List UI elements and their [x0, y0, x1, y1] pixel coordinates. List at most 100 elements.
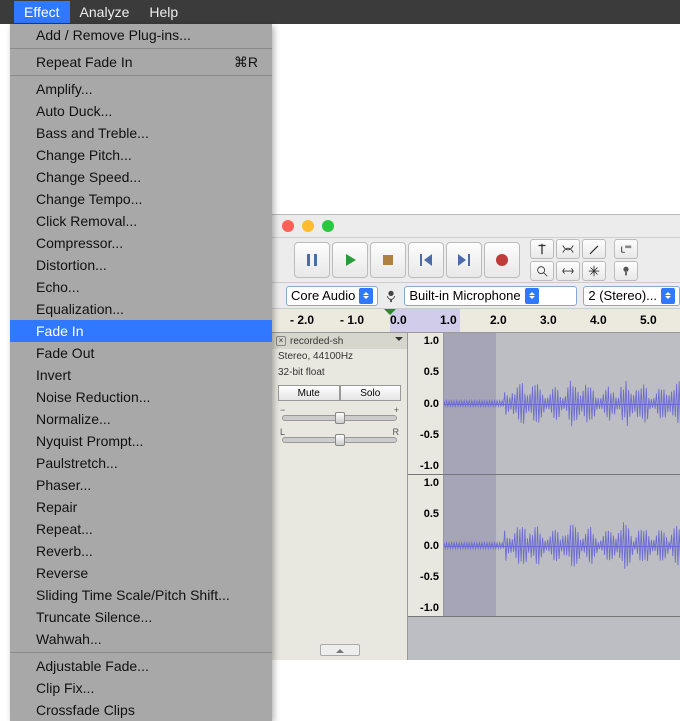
menu-item-change-tempo[interactable]: Change Tempo... — [10, 188, 272, 210]
stop-button[interactable] — [370, 242, 406, 278]
playhead-marker[interactable] — [384, 309, 396, 321]
axis-label: -0.5 — [420, 571, 439, 583]
menu-item-fade-in[interactable]: Fade In — [10, 320, 272, 342]
waveform-svg — [444, 475, 680, 616]
menu-item-reverb[interactable]: Reverb... — [10, 540, 272, 562]
axis-label: 1.0 — [424, 335, 439, 347]
menu-item-paulstretch[interactable]: Paulstretch... — [10, 452, 272, 474]
menu-item-click-removal[interactable]: Click Removal... — [10, 210, 272, 232]
collapse-track-button[interactable] — [320, 644, 360, 656]
solo-button[interactable]: Solo — [340, 385, 402, 401]
axis-label: 0.0 — [424, 398, 439, 410]
menu-item-fade-out[interactable]: Fade Out — [10, 342, 272, 364]
menubar: EffectAnalyzeHelp — [0, 0, 680, 24]
menu-item-compressor[interactable]: Compressor... — [10, 232, 272, 254]
menu-item-echo[interactable]: Echo... — [10, 276, 272, 298]
zoom-tool[interactable] — [530, 261, 554, 281]
menu-item-bass-and-treble[interactable]: Bass and Treble... — [10, 122, 272, 144]
menu-effect[interactable]: Effect — [14, 1, 70, 23]
minimize-window-button[interactable] — [302, 220, 314, 232]
menu-item-invert[interactable]: Invert — [10, 364, 272, 386]
menu-item-repeat-fade-in[interactable]: Repeat Fade In⌘R — [10, 51, 272, 73]
play-button[interactable] — [332, 242, 368, 278]
amplitude-axis: 1.00.50.0-0.5-1.0 — [408, 475, 444, 616]
dropdown-arrows-icon — [661, 288, 675, 304]
menu-item-nyquist-prompt[interactable]: Nyquist Prompt... — [10, 430, 272, 452]
waveform-svg — [444, 333, 680, 474]
pause-button[interactable] — [294, 242, 330, 278]
menu-item-equalization[interactable]: Equalization... — [10, 298, 272, 320]
mic-small-icon[interactable] — [614, 261, 638, 281]
menu-item-crossfade-clips[interactable]: Crossfade Clips — [10, 699, 272, 721]
recording-channels-value: 2 (Stereo)... — [588, 288, 657, 303]
record-button[interactable] — [484, 242, 520, 278]
mute-button[interactable]: Mute — [278, 385, 340, 401]
menu-item-clip-fix[interactable]: Clip Fix... — [10, 677, 272, 699]
axis-label: 0.5 — [424, 508, 439, 520]
menu-item-truncate-silence[interactable]: Truncate Silence... — [10, 606, 272, 628]
gain-minus-label: − — [280, 405, 285, 415]
recording-channels-select[interactable]: 2 (Stereo)... — [583, 286, 680, 306]
menu-help[interactable]: Help — [139, 1, 188, 23]
meter-left-icon[interactable]: L — [614, 239, 638, 259]
device-toolbar: Core Audio Built-in Microphone 2 (Stereo… — [272, 283, 680, 309]
waveform-channel-2[interactable]: 1.00.50.0-0.5-1.0 — [408, 475, 680, 617]
envelope-tool[interactable] — [556, 239, 580, 259]
menu-item-reverse[interactable]: Reverse — [10, 562, 272, 584]
audacity-window: L Core Audio Built-in Microphone 2 (Ster… — [272, 214, 680, 660]
recording-device-select[interactable]: Built-in Microphone — [404, 286, 577, 306]
track-format-line1: Stereo, 44100Hz — [272, 349, 407, 365]
ruler-tick: - 1.0 — [340, 313, 364, 327]
zoom-window-button[interactable] — [322, 220, 334, 232]
menu-item-phaser[interactable]: Phaser... — [10, 474, 272, 496]
dropdown-arrows-icon — [359, 288, 373, 304]
axis-label: -1.0 — [420, 602, 439, 614]
waveform-area[interactable]: 1.00.50.0-0.5-1.01.00.50.0-0.5-1.0 — [408, 333, 680, 660]
menu-item-auto-duck[interactable]: Auto Duck... — [10, 100, 272, 122]
slider-thumb[interactable] — [335, 412, 345, 424]
skip-start-button[interactable] — [408, 242, 444, 278]
menu-item-amplify[interactable]: Amplify... — [10, 78, 272, 100]
pan-right-label: R — [393, 427, 400, 437]
menu-item-change-pitch[interactable]: Change Pitch... — [10, 144, 272, 166]
amplitude-axis: 1.00.50.0-0.5-1.0 — [408, 333, 444, 474]
ruler-tick: 1.0 — [440, 313, 457, 327]
menu-item-repair[interactable]: Repair — [10, 496, 272, 518]
effect-menu: Add / Remove Plug-ins... Repeat Fade In⌘R… — [10, 24, 272, 721]
svg-text:L: L — [621, 246, 626, 255]
menu-item-adjustable-fade[interactable]: Adjustable Fade... — [10, 655, 272, 677]
menu-item-sliding-time-scale-pitch-shift[interactable]: Sliding Time Scale/Pitch Shift... — [10, 584, 272, 606]
waveform-channel-1[interactable]: 1.00.50.0-0.5-1.0 — [408, 333, 680, 475]
audio-host-select[interactable]: Core Audio — [286, 286, 378, 306]
timeshift-tool[interactable] — [556, 261, 580, 281]
menu-item-change-speed[interactable]: Change Speed... — [10, 166, 272, 188]
skip-end-button[interactable] — [446, 242, 482, 278]
menu-item-wahwah[interactable]: Wahwah... — [10, 628, 272, 650]
ruler-tick: - 2.0 — [290, 313, 314, 327]
menu-item-normalize[interactable]: Normalize... — [10, 408, 272, 430]
draw-tool[interactable] — [582, 239, 606, 259]
pan-slider[interactable] — [282, 437, 397, 443]
axis-label: 0.5 — [424, 366, 439, 378]
close-window-button[interactable] — [282, 220, 294, 232]
menu-item-add-remove-plug-ins[interactable]: Add / Remove Plug-ins... — [10, 24, 272, 46]
close-track-button[interactable]: × — [276, 336, 286, 346]
ruler-tick: 5.0 — [640, 313, 657, 327]
axis-label: -1.0 — [420, 460, 439, 472]
gain-slider[interactable] — [282, 415, 397, 421]
dropdown-arrows-icon — [525, 288, 539, 304]
audio-host-value: Core Audio — [291, 288, 355, 303]
pan-left-label: L — [280, 427, 285, 437]
track-menu-dropdown-icon[interactable] — [395, 337, 403, 345]
timeline-ruler[interactable]: - 2.0- 1.00.01.02.03.04.05.0 — [272, 309, 680, 333]
menu-analyze[interactable]: Analyze — [70, 1, 140, 23]
menu-item-noise-reduction[interactable]: Noise Reduction... — [10, 386, 272, 408]
menu-shortcut: ⌘R — [234, 53, 258, 71]
multi-tool[interactable] — [582, 261, 606, 281]
menu-item-repeat[interactable]: Repeat... — [10, 518, 272, 540]
track-format-line2: 32-bit float — [272, 365, 407, 381]
slider-thumb[interactable] — [335, 434, 345, 446]
selection-tool[interactable] — [530, 239, 554, 259]
track-title-bar[interactable]: × recorded-sh — [272, 333, 407, 349]
menu-item-distortion[interactable]: Distortion... — [10, 254, 272, 276]
